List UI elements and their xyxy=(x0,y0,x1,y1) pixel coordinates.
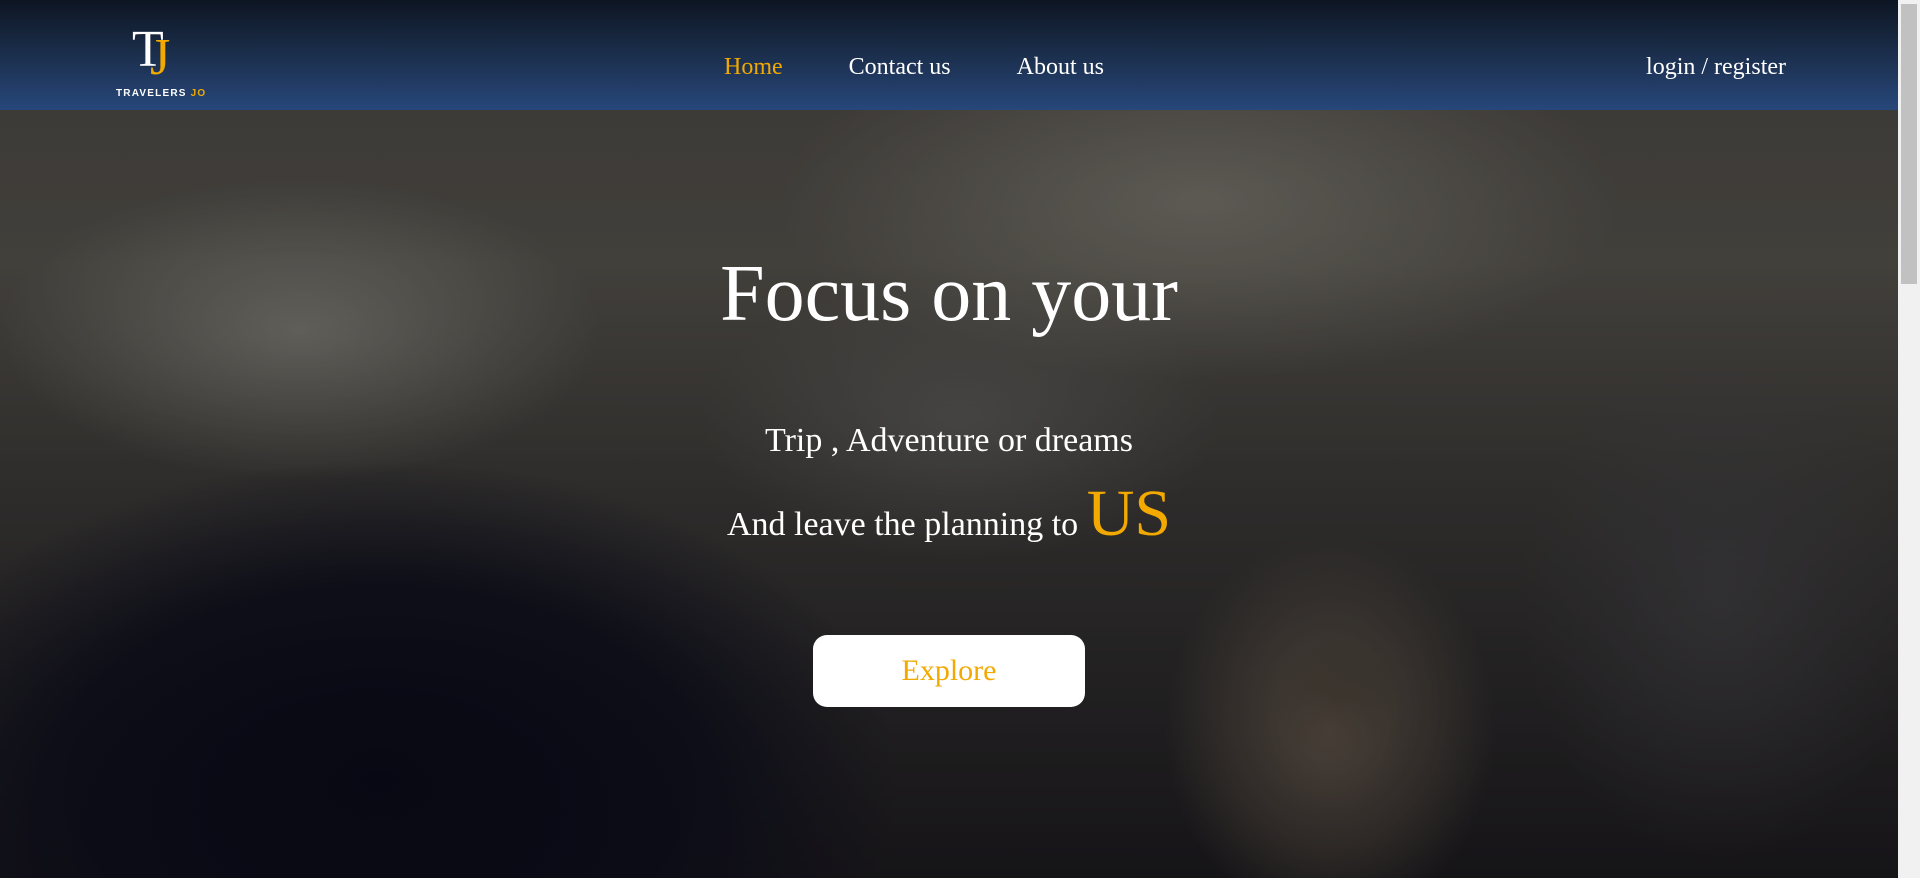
logo-brand-accent: JO xyxy=(190,88,207,99)
navbar: T J TRAVELERS JO Home Contact us About u… xyxy=(0,0,1898,110)
nav-links: Home Contact us About us xyxy=(724,50,1104,84)
page: T J TRAVELERS JO Home Contact us About u… xyxy=(0,0,1920,878)
hero-highlight-us: US xyxy=(1086,477,1172,550)
hero-headline: Focus on your xyxy=(720,250,1178,338)
logo-letter-j: J xyxy=(150,29,171,86)
login-register-link[interactable]: login / register xyxy=(1646,50,1786,84)
logo[interactable]: T J TRAVELERS JO xyxy=(114,24,206,102)
logo-wordmark: TRAVELERS JO xyxy=(116,88,206,99)
nav-link-contact[interactable]: Contact us xyxy=(849,50,951,84)
page-scrollbar[interactable] xyxy=(1898,0,1920,878)
nav-link-home[interactable]: Home xyxy=(724,50,783,84)
logo-brand-main: TRAVELERS xyxy=(116,88,187,99)
logo-mark: T J xyxy=(132,24,182,84)
hero-subline-planning: And leave the planning to US xyxy=(0,478,1898,561)
hero: Focus on your Trip , Adventure or dreams… xyxy=(0,0,1898,878)
scrollbar-thumb[interactable] xyxy=(1901,4,1917,284)
hero-subline-trip: Trip , Adventure or dreams xyxy=(765,422,1133,459)
explore-button[interactable]: Explore xyxy=(813,635,1085,707)
nav-link-about[interactable]: About us xyxy=(1017,50,1104,84)
hero-subline-prefix: And leave the planning to xyxy=(726,506,1079,543)
